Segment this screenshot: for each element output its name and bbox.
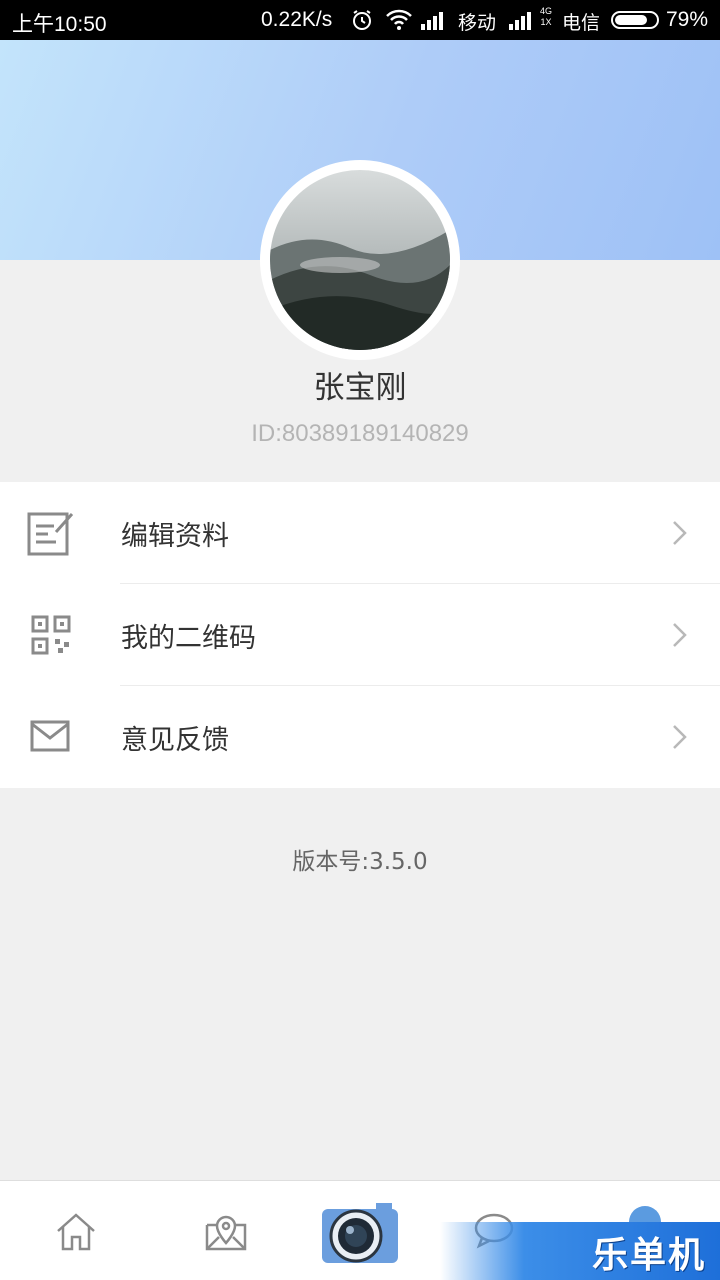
watermark-banner: 乐单机	[440, 1222, 720, 1280]
status-bar: 上午10:50 0.22K/s 移动 4G 1X 电信 79%	[0, 0, 720, 40]
signal-icon-2	[509, 10, 535, 36]
menu-item-label: 编辑资料	[121, 521, 229, 552]
user-id: ID:80389189140829	[251, 420, 469, 447]
user-name: 张宝刚	[313, 370, 407, 406]
chevron-right-icon	[670, 519, 690, 547]
edit-icon	[26, 508, 76, 558]
qr-code-icon	[26, 610, 76, 660]
menu-item-label: 意见反馈	[121, 725, 229, 756]
nav-map[interactable]	[190, 1181, 262, 1280]
menu-item-label: 我的二维码	[121, 623, 256, 654]
chevron-right-icon	[670, 621, 690, 649]
menu-item-edit-profile[interactable]: 编辑资料	[0, 482, 720, 584]
status-network-speed: 0.22K/s	[261, 8, 333, 31]
signal-icon	[421, 10, 447, 36]
nav-home[interactable]	[40, 1181, 112, 1280]
mail-icon	[26, 712, 76, 762]
carrier-mobile: 移动	[458, 12, 497, 34]
watermark-text: 乐单机	[591, 1235, 706, 1276]
version-label: 版本号:3.5.0	[292, 849, 428, 875]
settings-menu: 编辑资料 我的二维码 意见反馈	[0, 482, 720, 788]
chevron-right-icon	[670, 723, 690, 751]
camera-icon	[320, 1201, 400, 1269]
alarm-icon	[350, 8, 374, 38]
battery-icon	[611, 11, 659, 29]
map-icon	[204, 1209, 248, 1257]
home-icon	[54, 1209, 98, 1257]
wifi-icon	[385, 9, 413, 37]
status-time: 上午10:50	[12, 13, 107, 36]
battery-percent: 79%	[666, 8, 709, 31]
network-type: 4G 1X	[540, 6, 553, 27]
carrier-telecom: 电信	[562, 12, 601, 34]
avatar[interactable]	[260, 160, 460, 360]
avatar-mountain-photo	[270, 170, 450, 350]
menu-item-qr-code[interactable]: 我的二维码	[0, 584, 720, 686]
nav-camera[interactable]	[318, 1181, 402, 1280]
menu-item-feedback[interactable]: 意见反馈	[0, 686, 720, 788]
